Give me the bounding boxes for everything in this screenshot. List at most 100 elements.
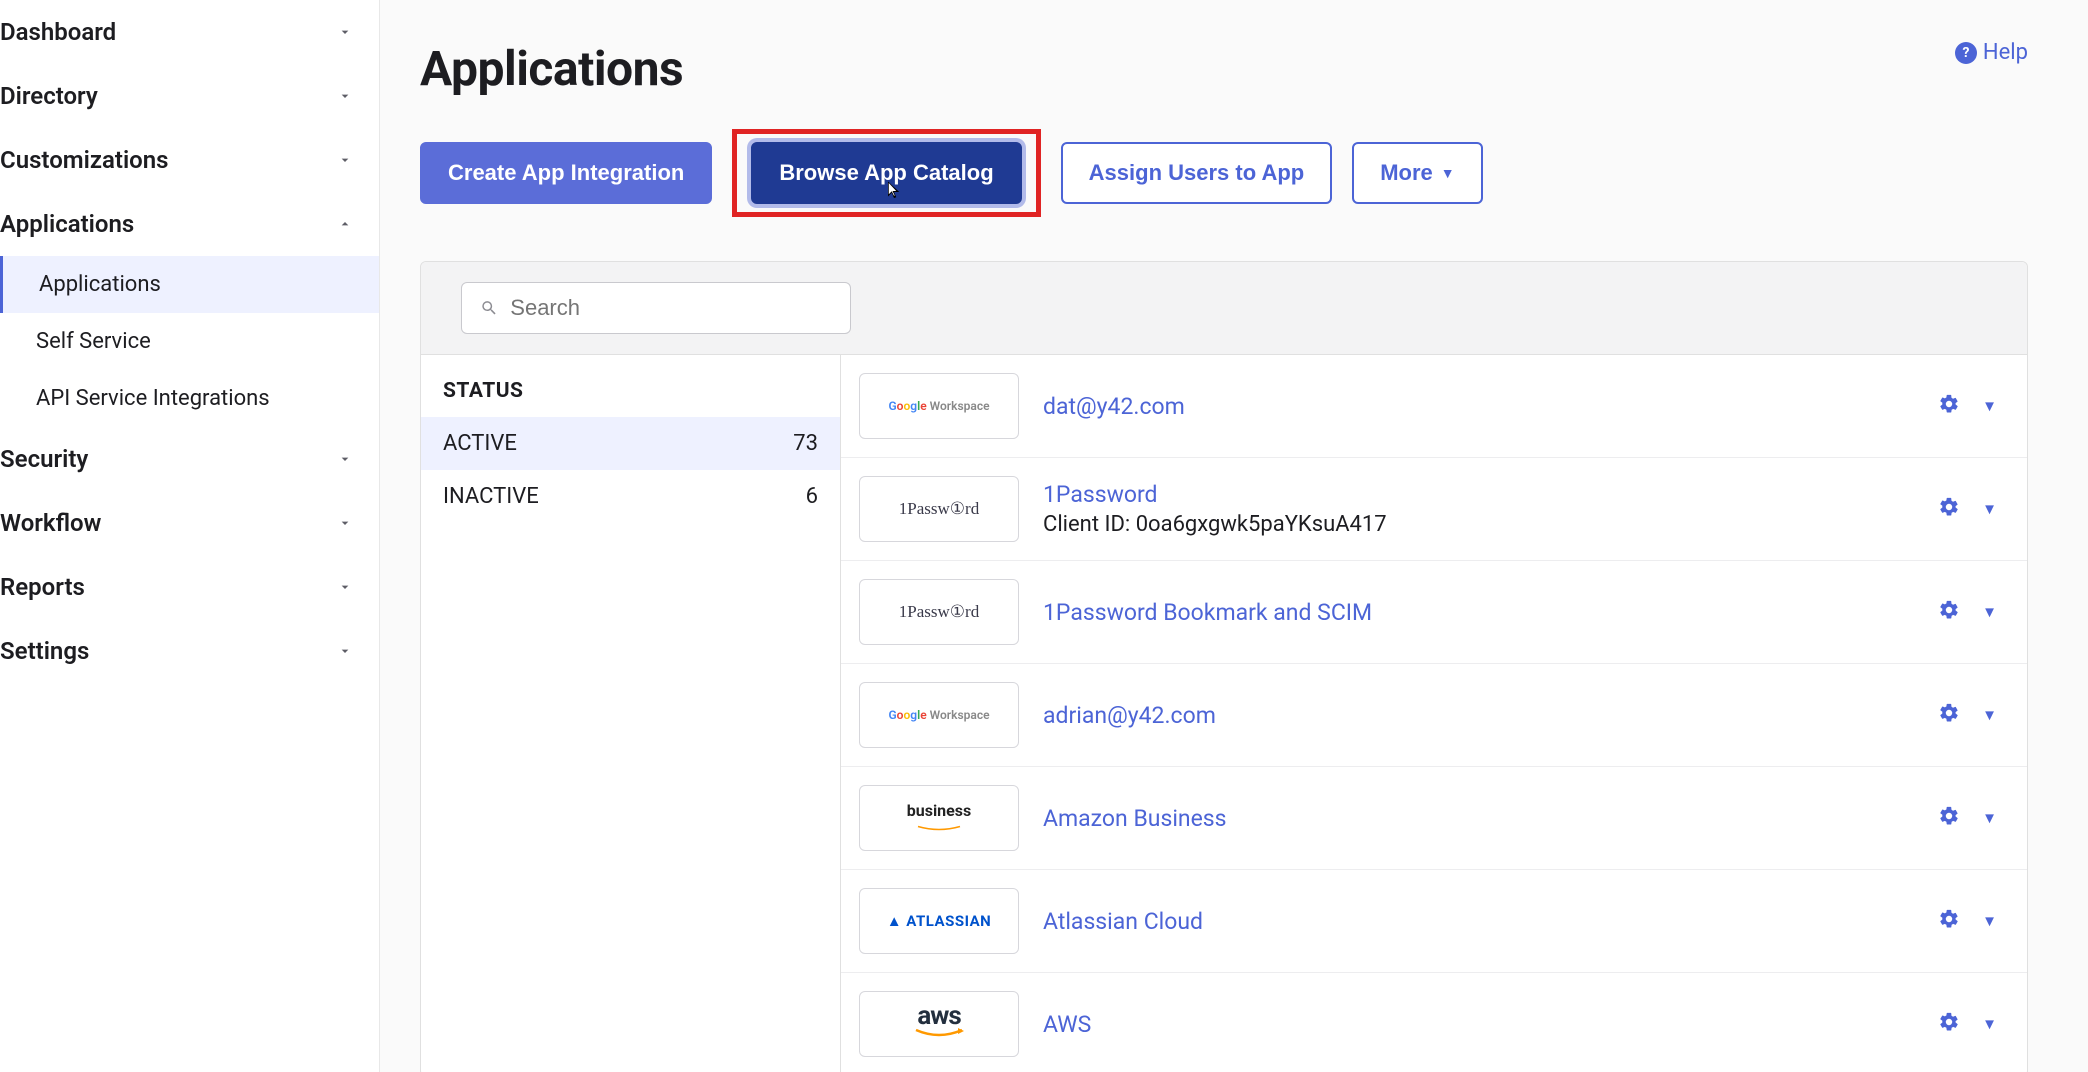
nav-label: Workflow: [0, 509, 101, 537]
sidebar-sub-self-service[interactable]: Self Service: [0, 313, 379, 370]
app-name-link[interactable]: dat@y42.com: [1043, 393, 1914, 420]
app-list: Google Workspacedat@y42.com▼1Passw①rd1Pa…: [841, 355, 2027, 1072]
app-logo: 1Passw①rd: [859, 476, 1019, 542]
app-row: Google Workspace dat@y42.com ▼: [841, 355, 2027, 458]
status-row-active[interactable]: ACTIVE 73: [421, 417, 840, 470]
gear-icon[interactable]: [1938, 393, 1960, 419]
app-row: Google Workspaceadrian@y42.com▼: [841, 664, 2027, 767]
create-app-integration-button[interactable]: Create App Integration: [420, 142, 712, 204]
app-name-link[interactable]: Atlassian Cloud: [1043, 908, 1914, 935]
chevron-down-icon: [335, 86, 355, 106]
chevron-down-icon: [335, 577, 355, 597]
gear-icon[interactable]: [1938, 496, 1960, 522]
app-logo: ▲ ATLASSIAN: [859, 888, 1019, 954]
chevron-down-icon[interactable]: ▼: [1982, 397, 1997, 415]
app-row: aws AWS ▼: [841, 973, 2027, 1072]
status-count: 6: [806, 484, 818, 509]
app-actions: ▼: [1938, 496, 1997, 522]
chevron-down-icon: [335, 22, 355, 42]
sidebar-item-settings[interactable]: Settings: [0, 619, 379, 683]
app-name-link[interactable]: AWS: [1043, 1011, 1914, 1038]
gear-icon[interactable]: [1938, 1011, 1960, 1037]
status-panel: STATUS ACTIVE 73 INACTIVE 6: [421, 355, 841, 1072]
status-row-inactive[interactable]: INACTIVE 6: [421, 470, 840, 523]
status-label: INACTIVE: [443, 484, 539, 509]
app-actions: ▼: [1938, 1011, 1997, 1037]
app-row: ▲ ATLASSIAN Atlassian Cloud ▼: [841, 870, 2027, 973]
app-actions: ▼: [1938, 702, 1997, 728]
app-info: Amazon Business: [1043, 805, 1914, 832]
chevron-down-icon[interactable]: ▼: [1982, 706, 1997, 724]
app-row: businessAmazon Business▼: [841, 767, 2027, 870]
chevron-down-icon[interactable]: ▼: [1982, 603, 1997, 621]
assign-users-button[interactable]: Assign Users to App: [1061, 142, 1333, 204]
action-bar: Create App Integration Browse App Catalo…: [420, 129, 2028, 217]
gear-icon[interactable]: [1938, 599, 1960, 625]
gear-icon[interactable]: [1938, 908, 1960, 934]
nav-label: Applications: [0, 210, 134, 238]
chevron-down-icon: ▼: [1441, 165, 1455, 181]
app-actions: ▼: [1938, 908, 1997, 934]
app-info: AWS: [1043, 1011, 1914, 1038]
app-row: 1Passw①rd1Password Bookmark and SCIM▼: [841, 561, 2027, 664]
sidebar: Dashboard Directory Customizations Appli…: [0, 0, 380, 1072]
status-count: 73: [793, 431, 818, 456]
browse-app-catalog-button[interactable]: Browse App Catalog: [751, 142, 1021, 204]
tutorial-highlight: Browse App Catalog: [732, 129, 1040, 217]
app-logo: Google Workspace: [859, 373, 1019, 439]
nav-label: Directory: [0, 82, 98, 110]
search-icon: [480, 298, 498, 318]
search-bar: [421, 262, 2027, 355]
app-info: 1Password Client ID: 0oa6gxgwk5paYKsuA417: [1043, 481, 1914, 537]
app-info: dat@y42.com: [1043, 393, 1914, 420]
chevron-down-icon[interactable]: ▼: [1982, 912, 1997, 930]
chevron-down-icon[interactable]: ▼: [1982, 1015, 1997, 1033]
more-button[interactable]: More ▼: [1352, 142, 1482, 204]
sidebar-item-security[interactable]: Security: [0, 427, 379, 491]
app-actions: ▼: [1938, 393, 1997, 419]
app-name-link[interactable]: adrian@y42.com: [1043, 702, 1914, 729]
chevron-down-icon[interactable]: ▼: [1982, 500, 1997, 518]
sidebar-sub-applications[interactable]: Applications: [0, 256, 379, 313]
app-info: Atlassian Cloud: [1043, 908, 1914, 935]
app-subtitle: Client ID: 0oa6gxgwk5paYKsuA417: [1043, 512, 1914, 537]
sidebar-sub-api-service-integrations[interactable]: API Service Integrations: [0, 370, 379, 427]
app-row: 1Passw①rd 1Password Client ID: 0oa6gxgwk5p…: [841, 458, 2027, 561]
sidebar-item-workflow[interactable]: Workflow: [0, 491, 379, 555]
sidebar-item-reports[interactable]: Reports: [0, 555, 379, 619]
page-title: Applications: [420, 40, 683, 97]
status-title: STATUS: [421, 355, 840, 417]
app-name-link[interactable]: 1Password: [1043, 481, 1914, 508]
app-name-link[interactable]: Amazon Business: [1043, 805, 1914, 832]
gear-icon[interactable]: [1938, 702, 1960, 728]
sidebar-item-applications[interactable]: Applications: [0, 192, 379, 256]
page-header: Applications ? Help: [420, 40, 2028, 97]
help-label: Help: [1983, 40, 2028, 65]
search-field-wrap[interactable]: [461, 282, 851, 334]
nav-label: Settings: [0, 637, 89, 665]
nav-label: Reports: [0, 573, 85, 601]
app-name-link[interactable]: 1Password Bookmark and SCIM: [1043, 599, 1914, 626]
chevron-down-icon[interactable]: ▼: [1982, 809, 1997, 827]
chevron-down-icon: [335, 641, 355, 661]
main-content: Applications ? Help Create App Integrati…: [380, 0, 2088, 1072]
chevron-down-icon: [335, 150, 355, 170]
sidebar-item-dashboard[interactable]: Dashboard: [0, 0, 379, 64]
search-input[interactable]: [510, 295, 832, 321]
app-logo: aws: [859, 991, 1019, 1057]
app-info: adrian@y42.com: [1043, 702, 1914, 729]
help-icon: ?: [1955, 42, 1977, 64]
chevron-up-icon: [335, 214, 355, 234]
gear-icon[interactable]: [1938, 805, 1960, 831]
more-label: More: [1380, 160, 1433, 186]
content-body: STATUS ACTIVE 73 INACTIVE 6 Google Works…: [421, 355, 2027, 1072]
nav-label: Security: [0, 445, 88, 473]
sidebar-item-directory[interactable]: Directory: [0, 64, 379, 128]
status-label: ACTIVE: [443, 431, 517, 456]
help-link[interactable]: ? Help: [1955, 40, 2028, 65]
sidebar-item-customizations[interactable]: Customizations: [0, 128, 379, 192]
chevron-down-icon: [335, 449, 355, 469]
chevron-down-icon: [335, 513, 355, 533]
app-actions: ▼: [1938, 599, 1997, 625]
app-info: 1Password Bookmark and SCIM: [1043, 599, 1914, 626]
